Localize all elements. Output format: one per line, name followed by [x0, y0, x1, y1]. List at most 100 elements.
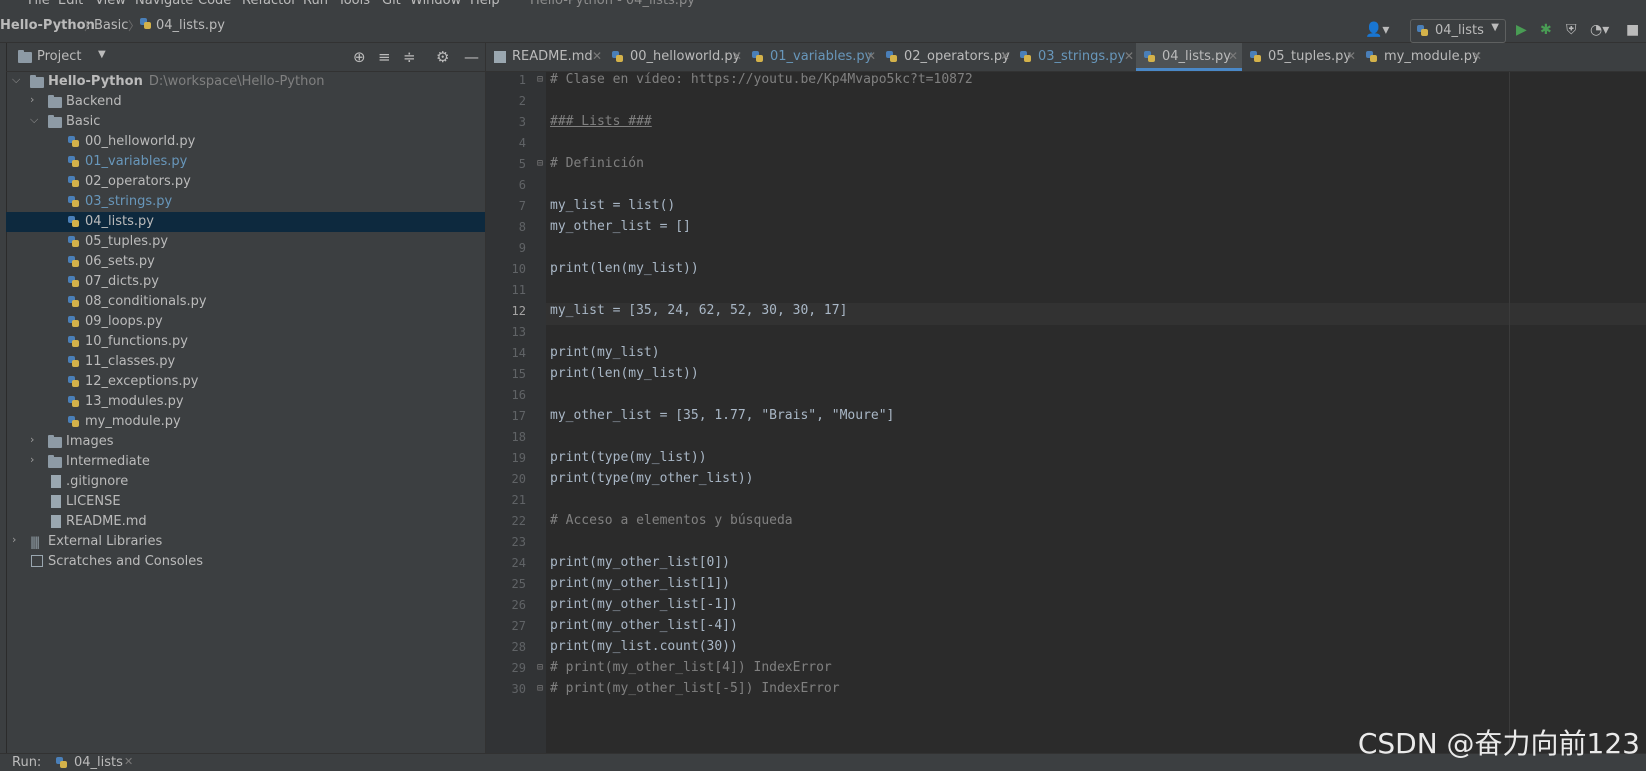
tree-item-file[interactable]: 03_strings.py	[6, 192, 485, 212]
menu-view[interactable]: View	[95, 0, 126, 8]
tree-item-file[interactable]: 00_helloworld.py	[6, 132, 485, 152]
close-icon[interactable]: ✕	[866, 49, 876, 63]
code-editor[interactable]: 1 2 3 4 5 6 7 8 9 10 11 12 13 14 15 16 1…	[486, 72, 1646, 753]
run-configuration-select[interactable]: 04_lists ▼	[1410, 19, 1506, 43]
project-panel-title[interactable]: Project	[37, 49, 81, 64]
tree-item-file[interactable]: my_module.py	[6, 412, 485, 432]
tree-item-hello-python[interactable]: ⌵ Hello-Python D:\workspace\Hello-Python	[6, 72, 485, 92]
tab-00-helloworld[interactable]: 00_helloworld.py ✕	[604, 43, 744, 71]
tree-item-file[interactable]: 11_classes.py	[6, 352, 485, 372]
tree-item-file[interactable]: 01_variables.py	[6, 152, 485, 172]
close-icon[interactable]: ✕	[124, 755, 133, 768]
tree-item-file[interactable]: 10_functions.py	[6, 332, 485, 352]
tree-item-file[interactable]: 06_sets.py	[6, 252, 485, 272]
collapse-all-icon[interactable]: ≑	[403, 48, 416, 66]
tree-item-file[interactable]: 12_exceptions.py	[6, 372, 485, 392]
tree-item-file[interactable]: 02_operators.py	[6, 172, 485, 192]
close-icon[interactable]: ✕	[1472, 49, 1482, 63]
breadcrumb-project[interactable]: Hello-Python	[0, 18, 95, 33]
chevron-right-icon[interactable]: ›	[30, 433, 34, 446]
locate-icon[interactable]: ⊕	[353, 48, 366, 66]
tree-item-basic[interactable]: ⌵ Basic	[6, 112, 485, 132]
tree-item-file[interactable]: LICENSE	[6, 492, 485, 512]
chevron-right-icon[interactable]: ›	[30, 453, 34, 466]
user-icon[interactable]: 👤▾	[1365, 22, 1389, 38]
line-number: 9	[518, 241, 526, 255]
tree-item-external-libraries[interactable]: › |||| External Libraries	[6, 532, 485, 552]
breadcrumb-file[interactable]: 04_lists.py	[140, 18, 225, 33]
hide-icon[interactable]: —	[464, 48, 479, 66]
folder-icon	[48, 95, 62, 108]
chevron-right-icon[interactable]: ›	[30, 93, 34, 106]
tree-item-file[interactable]: 07_dicts.py	[6, 272, 485, 292]
expand-all-icon[interactable]: ≡	[378, 48, 391, 66]
tab-04-lists[interactable]: 04_lists.py ✕	[1136, 43, 1242, 71]
chevron-down-icon[interactable]: ⌵	[30, 113, 38, 127]
menu-help[interactable]: Help	[470, 0, 500, 8]
tree-item-label: External Libraries	[48, 534, 163, 549]
code-line-3: ### Lists ###	[550, 114, 652, 129]
line-number: 10	[511, 262, 526, 276]
menu-window[interactable]: Window	[410, 0, 461, 8]
tree-item-file[interactable]: 13_modules.py	[6, 392, 485, 412]
tree-item-file[interactable]: .gitignore	[6, 472, 485, 492]
menu-tools[interactable]: Tools	[338, 0, 370, 8]
menu-file[interactable]: File	[28, 0, 50, 8]
folder-icon	[30, 75, 44, 88]
gear-icon[interactable]: ⚙	[436, 48, 449, 66]
tree-item-file[interactable]: 05_tuples.py	[6, 232, 485, 252]
chevron-right-icon[interactable]: ›	[12, 533, 16, 546]
tree-item-file[interactable]: 09_loops.py	[6, 312, 485, 332]
line-number: 3	[518, 115, 526, 129]
line-number: 14	[511, 346, 526, 360]
breadcrumb-folder[interactable]: Basic	[94, 18, 128, 33]
tree-item-label: 00_helloworld.py	[85, 134, 196, 149]
stop-icon[interactable]: ■	[1626, 22, 1639, 38]
tree-item-label: Hello-Python D:\workspace\Hello-Python	[48, 74, 325, 89]
fold-icon[interactable]: ⊟	[537, 158, 543, 169]
tab-03-strings[interactable]: 03_strings.py ✕	[1012, 43, 1136, 71]
line-number: 28	[511, 640, 526, 654]
close-icon[interactable]: ✕	[1124, 49, 1134, 63]
profile-icon[interactable]: ◔▾	[1590, 22, 1609, 38]
tree-item-scratches[interactable]: Scratches and Consoles	[6, 552, 485, 572]
tree-item-file-selected[interactable]: 04_lists.py	[6, 212, 485, 232]
run-icon[interactable]: ▶	[1516, 22, 1527, 38]
close-icon[interactable]: ✕	[592, 49, 602, 63]
tab-readme[interactable]: README.md ✕	[486, 43, 604, 71]
tree-item-images[interactable]: › Images	[6, 432, 485, 452]
coverage-icon[interactable]: ⛨	[1566, 22, 1577, 38]
fold-icon[interactable]: ⊟	[537, 74, 543, 85]
tree-item-intermediate[interactable]: › Intermediate	[6, 452, 485, 472]
tab-02-operators[interactable]: 02_operators.py ✕	[878, 43, 1012, 71]
tab-01-variables[interactable]: 01_variables.py ✕	[744, 43, 878, 71]
close-icon[interactable]: ✕	[732, 49, 742, 63]
tree-item-file[interactable]: README.md	[6, 512, 485, 532]
menu-git[interactable]: Git	[382, 0, 401, 8]
fold-icon[interactable]: ⊟	[537, 662, 543, 673]
line-number: 13	[511, 325, 526, 339]
run-tab-label[interactable]: 04_lists	[74, 755, 123, 770]
chevron-down-icon[interactable]: ▼	[98, 49, 106, 60]
menu-code[interactable]: Code	[198, 0, 231, 8]
menu-navigate[interactable]: Navigate	[135, 0, 193, 8]
menu-refactor[interactable]: Refactor	[242, 0, 297, 8]
close-icon[interactable]: ✕	[1228, 49, 1238, 63]
debug-icon[interactable]: ✱	[1540, 22, 1552, 38]
close-icon[interactable]: ✕	[1346, 49, 1356, 63]
fold-icon[interactable]: ⊟	[537, 683, 543, 694]
tree-item-file[interactable]: 08_conditionals.py	[6, 292, 485, 312]
chevron-down-icon[interactable]: ⌵	[12, 73, 20, 87]
python-file-icon	[68, 396, 80, 408]
library-icon: ||||	[30, 535, 40, 549]
tab-my-module[interactable]: my_module.py ✕	[1358, 43, 1486, 71]
folder-icon	[48, 455, 62, 468]
close-icon[interactable]: ✕	[1000, 49, 1010, 63]
tab-05-tuples[interactable]: 05_tuples.py ✕	[1242, 43, 1358, 71]
code-line-25: print(my_other_list[1])	[550, 576, 731, 591]
menu-edit[interactable]: Edit	[58, 0, 83, 8]
line-number: 7	[518, 199, 526, 213]
tree-item-backend[interactable]: › Backend	[6, 92, 485, 112]
menu-run[interactable]: Run	[303, 0, 328, 8]
line-number: 15	[511, 367, 526, 381]
